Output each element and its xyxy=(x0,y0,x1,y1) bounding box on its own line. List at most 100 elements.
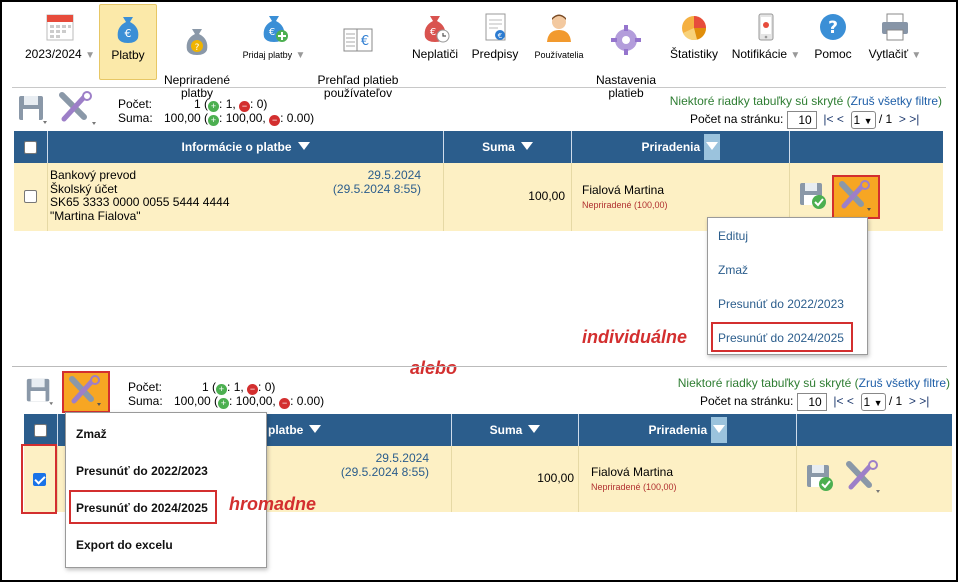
header-priradenia[interactable]: Priradenia xyxy=(571,131,789,163)
money-bag-add-icon: € xyxy=(263,16,288,42)
highlight-box xyxy=(62,371,110,413)
tools-icon[interactable] xyxy=(56,91,98,127)
toolbar-neplatici[interactable]: € Neplatiči xyxy=(406,4,464,80)
filter-icon[interactable] xyxy=(309,424,322,433)
header-info[interactable]: Informácie o platbe xyxy=(47,131,443,163)
menu-item-zmaz[interactable]: Zmaž xyxy=(66,427,266,441)
header-priradenia[interactable]: Priradenia xyxy=(578,414,796,446)
filter-active-icon[interactable] xyxy=(710,416,727,443)
filter-icon[interactable] xyxy=(528,424,541,433)
menu-item-export-excel[interactable]: Export do excelu xyxy=(66,538,266,552)
toolbar-label: Predpisy xyxy=(471,47,519,61)
toolbar-label: Pridaj platby xyxy=(242,50,293,60)
filter-active-icon[interactable] xyxy=(703,133,720,160)
select-all-checkbox[interactable] xyxy=(24,141,37,155)
per-page-label: Počet na stránku: xyxy=(690,112,784,127)
select-all-checkbox[interactable] xyxy=(34,424,47,438)
menu-item-presunut-2022-2023[interactable]: Presunúť do 2022/2023 xyxy=(66,464,266,478)
count-value: 1 ( xyxy=(202,380,217,394)
toolbar-platby[interactable]: € Platby xyxy=(99,4,157,80)
page-select-value: 1 xyxy=(853,113,861,127)
toolbar-year-selector[interactable]: 2023/2024 ▼ xyxy=(22,4,98,80)
page-select[interactable]: 1 ▼ xyxy=(850,111,876,129)
money-bag-euro-icon: € xyxy=(117,17,139,43)
hidden-rows-text: Niektoré riadky tabuľky sú skryté xyxy=(677,376,852,390)
sum-value: 100,00 ( xyxy=(174,394,219,408)
annotation-or: alebo xyxy=(410,358,458,378)
row-checkbox[interactable] xyxy=(24,190,37,203)
sum-plus-value: 100,00 xyxy=(225,111,263,125)
payment-date: 29.5.2024 xyxy=(367,168,421,182)
save-check-icon[interactable] xyxy=(798,181,828,211)
assignment-cell: Fialová Martina Nepriradené (100,00) xyxy=(578,446,796,512)
count-label: Počet: xyxy=(128,380,163,394)
toolbar-statistiky[interactable]: Štatistiky xyxy=(664,4,724,80)
minus-icon: − xyxy=(269,115,281,126)
payment-info-cell: Bankový prevod Školský účet SK65 3333 00… xyxy=(47,163,443,231)
printer-icon xyxy=(882,13,908,41)
toolbar-pouzivatelia[interactable]: Používatelia xyxy=(526,4,592,80)
toolbar-nastavenia-platieb[interactable]: Nastavenia platieb xyxy=(592,4,660,100)
sum-label: Suma: xyxy=(118,111,153,125)
menu-item-presunut-2022-2023[interactable]: Presunúť do 2022/2023 xyxy=(708,297,867,311)
page-first-prev-button[interactable]: |< < xyxy=(823,112,843,126)
assignment-status: Nepriradené (100,00) xyxy=(582,200,668,210)
toolbar-label: Používatelia xyxy=(534,50,584,60)
toolbar-prehlad-platieb[interactable]: € Prehľad platieb používateľov xyxy=(312,4,404,100)
pie-chart-icon xyxy=(682,16,706,41)
toolbar-label: Štatistiky xyxy=(669,47,718,61)
save-icon[interactable] xyxy=(16,93,48,125)
minus-icon: − xyxy=(279,398,291,409)
toolbar-label: Neplatiči xyxy=(411,47,459,61)
clear-filters-link[interactable]: Zruš všetky filtre xyxy=(851,94,938,108)
section-divider xyxy=(12,366,947,367)
filter-icon[interactable] xyxy=(520,141,533,150)
sum-plus-value: 100,00 xyxy=(235,394,273,408)
calendar-icon xyxy=(46,14,74,41)
toolbar-pomoc[interactable]: ? Pomoc xyxy=(808,4,858,80)
toolbar-nepriradene-platby[interactable]: ? Nepriradené platby xyxy=(160,4,234,100)
payment-amount: 100,00 xyxy=(537,471,574,485)
page-select[interactable]: 1 ▼ xyxy=(860,393,886,411)
svg-text:€: € xyxy=(269,27,275,38)
header-suma[interactable]: Suma xyxy=(443,131,571,163)
payment-sender: "Martina Fialova" xyxy=(50,208,141,223)
amount-cell: 100,00 xyxy=(443,163,571,231)
toolbar-predpisy[interactable]: € Predpisy xyxy=(466,4,524,80)
chevron-down-icon: ▼ xyxy=(790,50,801,61)
plus-icon: + xyxy=(208,115,220,126)
page-first-prev-button[interactable]: |< < xyxy=(833,394,853,408)
per-page-input[interactable]: 10 xyxy=(786,111,817,129)
save-check-icon[interactable] xyxy=(805,463,835,493)
row-checkbox-cell xyxy=(14,163,47,231)
clear-filters-link[interactable]: Zruš všetky filtre xyxy=(859,376,946,390)
toolbar-pridaj-platby[interactable]: € Pridaj platby ▼ xyxy=(240,4,308,80)
count-minus-value: 0 xyxy=(256,97,264,111)
svg-text:€: € xyxy=(498,32,502,40)
select-all-cell xyxy=(14,131,47,163)
menu-item-edituj[interactable]: Edituj xyxy=(708,229,867,243)
per-page-input[interactable]: 10 xyxy=(796,393,827,411)
sum-minus-value: 0.00 xyxy=(296,394,321,408)
toolbar-vytlacit[interactable]: Vytlačiť ▼ xyxy=(864,4,926,80)
money-bag-clock-icon: € xyxy=(424,16,450,43)
pager: Počet na stránku: 10 |< < 1 ▼ / 1 > >| xyxy=(700,393,929,411)
header-actions xyxy=(789,131,943,163)
header-label-wrap: platbe xyxy=(268,414,322,446)
header-label: Priradenia xyxy=(648,423,708,437)
ledger-euro-icon: € xyxy=(343,28,373,52)
document-euro-icon: € xyxy=(485,13,506,41)
highlight-box xyxy=(832,175,880,219)
page-next-last-button[interactable]: > >| xyxy=(899,112,919,126)
page-next-last-button[interactable]: > >| xyxy=(909,394,929,408)
toolbar-label: Vytlačiť xyxy=(868,47,909,61)
svg-text:€: € xyxy=(125,27,132,40)
toolbar-notifikacie[interactable]: Notifikácie ▼ xyxy=(728,4,804,80)
menu-item-zmaz[interactable]: Zmaž xyxy=(708,263,867,277)
tools-icon[interactable] xyxy=(843,460,883,496)
payment-dates: 29.5.2024 (29.5.2024 8:55) xyxy=(341,451,429,479)
count-minus-value: 0 xyxy=(264,380,272,394)
filter-icon[interactable] xyxy=(297,141,310,150)
header-suma[interactable]: Suma xyxy=(451,414,578,446)
save-icon[interactable] xyxy=(24,376,54,406)
